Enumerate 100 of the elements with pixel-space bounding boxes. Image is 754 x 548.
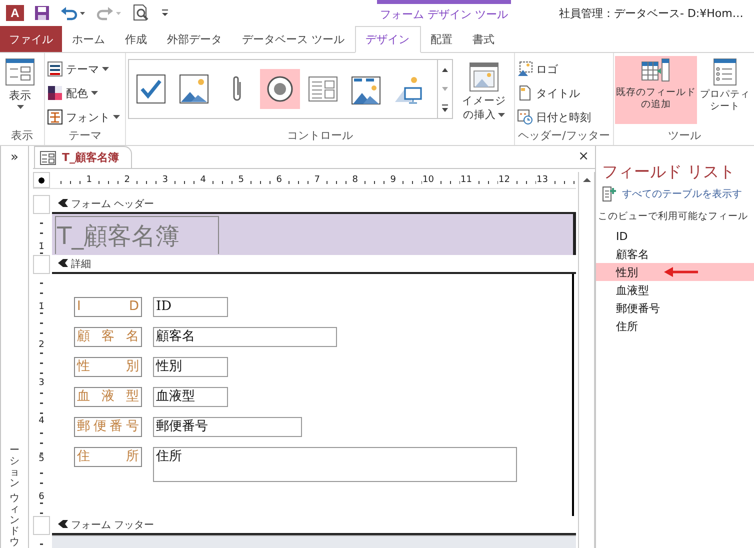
ruler-number: 6: [275, 176, 283, 184]
view-button[interactable]: 表示: [2, 56, 38, 112]
caret-icon: [113, 115, 120, 119]
theme-button[interactable]: フォント: [47, 106, 120, 128]
form-selector[interactable]: [33, 172, 50, 188]
subform-icon: [308, 76, 338, 102]
text-box[interactable]: 住所: [153, 447, 517, 482]
add-table-icon: [602, 186, 616, 202]
ruler-number: 9: [389, 176, 397, 184]
caret-icon: [16, 105, 24, 110]
save-icon[interactable]: [34, 5, 50, 21]
image-icon: [469, 62, 499, 92]
ribbon-tab[interactable]: ホーム: [62, 26, 115, 52]
caret-icon: [498, 113, 505, 118]
field-list-item[interactable]: 性別: [596, 263, 754, 281]
ruler-number: 1: [38, 303, 46, 312]
image-icon: [179, 74, 209, 104]
theme-button[interactable]: テーマ: [47, 58, 109, 80]
section-marker-icon: [57, 520, 68, 529]
ruler-number: 2: [123, 176, 131, 184]
window-title: 社員管理：データベース- D:¥Hom…: [559, 6, 744, 20]
gallery-item[interactable]: [260, 69, 300, 109]
undo-icon[interactable]: [60, 5, 86, 21]
ruler-number: 5: [38, 455, 46, 464]
font-icon: [47, 109, 63, 125]
field-list-item[interactable]: ID: [596, 227, 754, 245]
ribbon-tab[interactable]: 配置: [420, 26, 462, 52]
vertical-scrollbar[interactable]: [578, 172, 595, 548]
group-label: テーマ: [68, 129, 102, 144]
form-view-icon: [5, 58, 35, 86]
field-list-item[interactable]: 血液型: [596, 281, 754, 299]
property-sheet-button[interactable]: プロパティ シート: [699, 56, 751, 124]
ruler-number: 6: [38, 493, 46, 502]
ruler-number: 2: [38, 341, 46, 350]
theme-button[interactable]: 配色: [47, 82, 98, 104]
group-label: 表示: [10, 129, 34, 144]
ruler-number: 4: [38, 417, 46, 426]
header-footer-button[interactable]: ロゴ: [517, 58, 558, 80]
header-footer-button[interactable]: タイトル: [517, 82, 580, 104]
form-icon: [40, 150, 56, 164]
section-heading: このビューで利用可能なフィール: [598, 210, 749, 223]
app-logo: A: [6, 5, 24, 21]
caret-icon: [91, 91, 98, 95]
ribbon-tab[interactable]: データベース ツール: [232, 26, 354, 52]
tick-icon: [136, 74, 166, 104]
context-tab-label: フォーム デザイン ツール: [380, 8, 508, 22]
ruler-number: 10: [422, 176, 435, 184]
section-marker-icon: [57, 199, 68, 208]
group-label: コントロール: [286, 129, 354, 144]
arrow-icon: [664, 267, 698, 277]
print-preview-icon[interactable]: [132, 4, 150, 22]
ruler-number: 13: [536, 176, 549, 184]
ruler-number: 5: [237, 176, 245, 184]
customize-caret-icon[interactable]: [160, 8, 170, 18]
ruler-number: 12: [498, 176, 511, 184]
ruler-number: 8: [351, 176, 359, 184]
calendar-clock-icon: [517, 109, 533, 125]
ruler-number: 7: [313, 176, 321, 184]
color-palette-icon: [47, 85, 63, 101]
panel-title: フィールド リスト: [602, 162, 736, 182]
more-icon[interactable]: [439, 102, 451, 114]
ruler-number: 1: [38, 243, 46, 252]
expand-button[interactable]: »: [10, 150, 18, 165]
radio-icon: [266, 75, 294, 103]
ruler-number: 3: [38, 379, 46, 388]
add-existing-fields-button[interactable]: 既存のフィールド の追加: [615, 56, 697, 124]
text-box[interactable]: 顧客名: [153, 327, 337, 347]
text-box[interactable]: 性別: [153, 357, 228, 377]
close-button[interactable]: ×: [578, 150, 589, 164]
ribbon-tab[interactable]: 外部データ: [157, 26, 232, 52]
text-box[interactable]: 血液型: [153, 387, 228, 407]
field-list-item[interactable]: 郵便番号: [596, 299, 754, 317]
table-fields-icon: [641, 58, 671, 84]
theme-icon: [47, 61, 63, 77]
header-footer-button[interactable]: 日付と時刻: [517, 106, 591, 128]
ribbon-tab[interactable]: ファイル: [0, 26, 62, 52]
section-marker-icon: [57, 259, 68, 268]
field-list-item[interactable]: 住所: [596, 317, 754, 335]
ruler-number: 11: [460, 176, 473, 184]
image-frame-icon: [394, 74, 424, 104]
logo-image-icon: [517, 61, 533, 77]
ribbon-tab[interactable]: デザイン: [354, 26, 420, 53]
group-label: ツール: [667, 129, 702, 144]
field-list-item[interactable]: 顧客名: [596, 245, 754, 263]
ruler-number: 1: [85, 176, 93, 184]
text-box[interactable]: ID: [153, 297, 228, 317]
group-label: ヘッダー/フッター: [517, 129, 611, 144]
show-all-tables-link[interactable]: すべてのテーブルを表示す: [622, 187, 742, 201]
text-box[interactable]: 郵便番号: [153, 417, 302, 437]
document-tab[interactable]: T_顧客名簿: [34, 146, 132, 168]
document-icon: [517, 85, 533, 101]
ruler-number: 4: [199, 176, 207, 184]
ruler-number: 3: [161, 176, 169, 184]
ribbon-tab[interactable]: 書式: [462, 26, 504, 52]
property-list-icon: [713, 58, 737, 86]
insert-image-button[interactable]: イメージ の挿入: [459, 56, 509, 124]
ribbon-tab[interactable]: 作成: [115, 26, 157, 52]
navigation-pane-label: ーション: [10, 445, 20, 489]
navigation-pane-label: ウィンドウ: [10, 493, 20, 548]
navigation-pane[interactable]: » ーション ウィンドウ: [0, 146, 29, 548]
